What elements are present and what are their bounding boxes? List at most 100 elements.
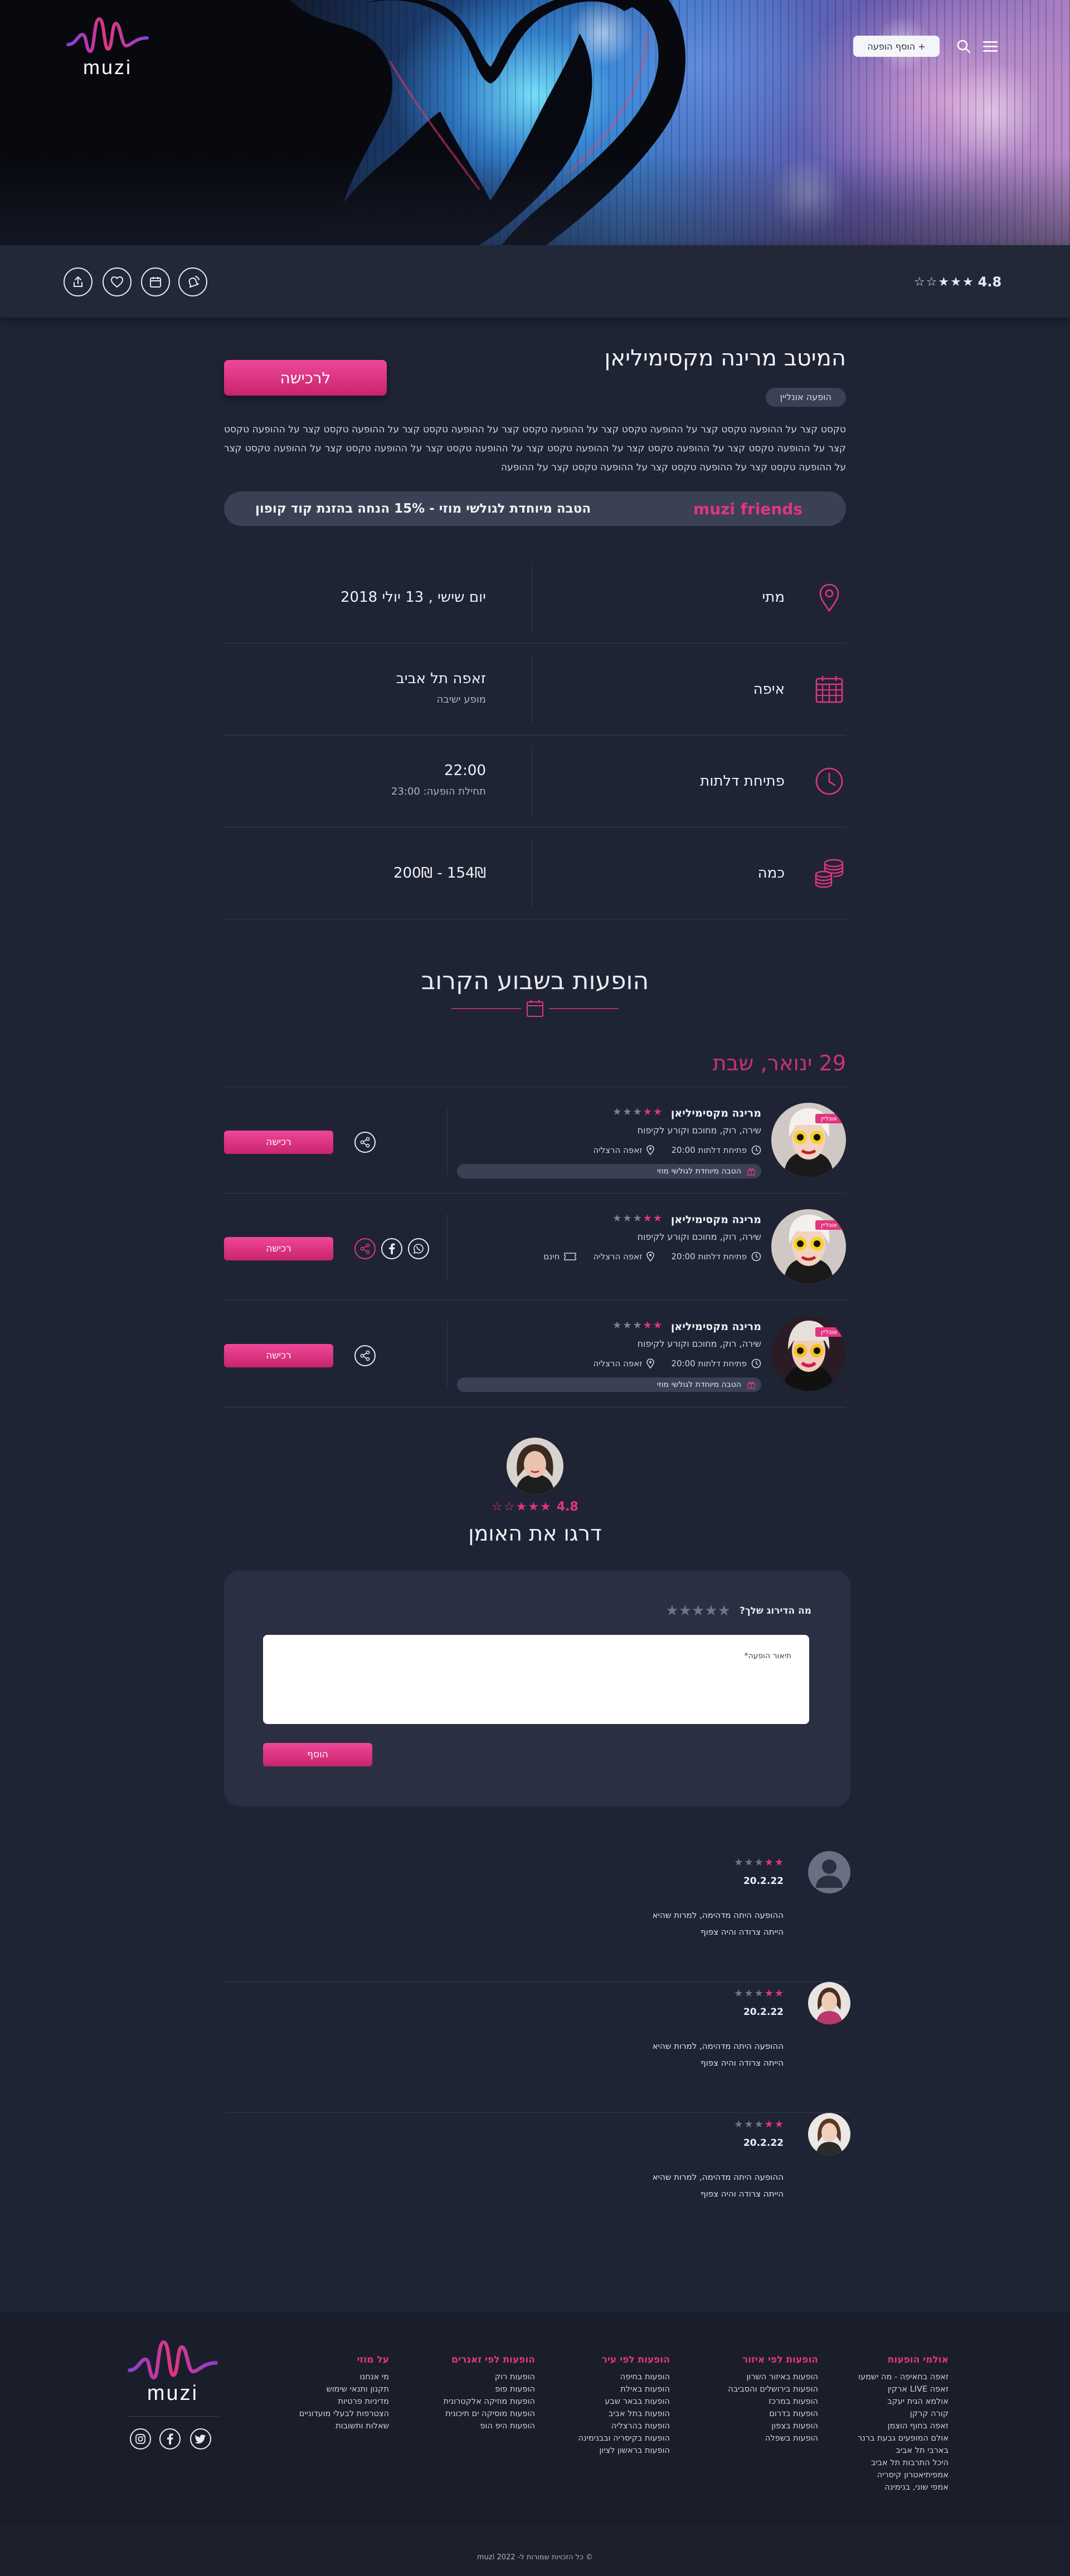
footer-link[interactable]: שאלות ותשובות bbox=[299, 2420, 389, 2432]
footer-link[interactable]: בארבי תל אביב bbox=[858, 2444, 949, 2457]
share-group bbox=[354, 1132, 376, 1153]
review-line: ההופעה היתה מדהימה, למרות שהיא bbox=[652, 1910, 784, 1920]
facebook-link[interactable] bbox=[159, 2428, 181, 2450]
perf-promo-badge[interactable]: הטבה מיוחדת לגולשי מוזי bbox=[457, 1164, 761, 1179]
performer-name[interactable]: מרינה מקסימיליאן bbox=[671, 1321, 761, 1333]
detail-label: מתי bbox=[762, 589, 785, 606]
footer-col-title: הופעות לפי זאנרים bbox=[451, 2354, 535, 2365]
footer-link[interactable]: הופעות בתל אביב bbox=[578, 2408, 670, 2420]
clock-icon bbox=[751, 1358, 761, 1369]
footer-link[interactable]: הופעות בהרצליה bbox=[578, 2420, 670, 2432]
online-tag: אונליין bbox=[815, 1220, 843, 1230]
footer-link[interactable]: הופעות מוסיקה ים תיכונית bbox=[444, 2408, 535, 2420]
footer-link[interactable]: אולם המופעים גבעת ברנר bbox=[858, 2432, 949, 2444]
buy-button[interactable]: רכישה bbox=[224, 1237, 333, 1260]
footer-link[interactable]: הופעות בחיפה bbox=[578, 2371, 670, 2383]
footer-link[interactable]: מדיניות פרטיות bbox=[299, 2395, 389, 2408]
footer-link[interactable]: הופעות רוק bbox=[444, 2371, 535, 2383]
buy-button[interactable]: רכישה bbox=[224, 1344, 333, 1367]
footer-logo[interactable]: muzi bbox=[127, 2335, 218, 2405]
detail-doors: פתיחת דלתות 22:00 תחילת הופעה: 23:00 bbox=[224, 736, 846, 827]
buy-button[interactable]: לרכישה bbox=[224, 360, 387, 396]
review-item: ★ ★ ★ ★ ★ 20.2.22 ההופעה היתה מדהימה, למרות … bbox=[224, 2113, 850, 2244]
review-date: 20.2.22 bbox=[743, 2007, 784, 2018]
muzi-logo[interactable]: muzi bbox=[66, 12, 149, 79]
share-button[interactable] bbox=[64, 267, 93, 296]
instagram-link[interactable] bbox=[130, 2428, 151, 2450]
footer-link[interactable]: הופעות פופ bbox=[444, 2383, 535, 2395]
performance-row[interactable]: אונליין מרינה מקסימיליאן ★ ★ ★ ★ ★ שירה, רוק… bbox=[224, 1194, 846, 1301]
buy-button[interactable]: רכישה bbox=[224, 1131, 333, 1154]
footer-col-genre: הופעות לפי זאנרים הופעות רוק הופעות פופ … bbox=[444, 2354, 535, 2432]
footer-link[interactable]: הופעות בדרום bbox=[728, 2408, 818, 2420]
footer-link[interactable]: הופעות באילת bbox=[578, 2383, 670, 2395]
event-type-badge: הופעה אונליין bbox=[765, 388, 846, 407]
footer-link[interactable]: הצטרפות לבעלי מועדוניים bbox=[299, 2408, 389, 2420]
review-text: ההופעה היתה מדהימה, למרות שהיא הייתה צרוד… bbox=[653, 1907, 784, 1940]
footer-col-area: הופעות לפי איזור הופעות באיזור השרון הופ… bbox=[728, 2354, 818, 2444]
footer-link[interactable]: אולמא הגית יעקב bbox=[858, 2395, 949, 2408]
footer-link[interactable]: הופעות בירושלים והסביבה bbox=[728, 2383, 818, 2395]
review-date: 20.2.22 bbox=[743, 2137, 784, 2149]
performance-row[interactable]: אונליין מרינה מקסימיליאן ★ ★ ★ ★ ★ שירה, רוק… bbox=[224, 1301, 846, 1408]
promo-text: הטבה מיוחדת לגולשי מוזי bbox=[656, 1167, 741, 1176]
favorite-button[interactable] bbox=[103, 267, 132, 296]
footer-link[interactable]: קורה קרקן bbox=[858, 2408, 949, 2420]
footer-link[interactable]: היכל התרבות תל אביב bbox=[858, 2457, 949, 2469]
share-button[interactable] bbox=[354, 1345, 376, 1366]
footer-link[interactable]: זאפה LIVE ארקין bbox=[858, 2383, 949, 2395]
artist-rating: ☆ ☆ ★ ★ ★ 4.8 bbox=[0, 1500, 1070, 1514]
whatsapp-share-button[interactable] bbox=[408, 1238, 429, 1259]
copyright: © כל הזכויות שמורות ל- muzi 2022 bbox=[477, 2553, 593, 2562]
performer-genres: שירה, רוק, מחוכם וקורע לקיפוח bbox=[637, 1231, 761, 1242]
detail-value: 154₪ - 200₪ bbox=[393, 865, 486, 882]
footer-link[interactable]: זאפה בחאיפה - מה ישמעו bbox=[858, 2371, 949, 2383]
detail-value: יום שישי , 13 יולי 2018 bbox=[341, 589, 486, 606]
detail-label: איפה bbox=[753, 681, 785, 698]
rate-artist-title: דרגו את האומן bbox=[468, 1521, 602, 1546]
footer-link[interactable]: הופעות באיזור השרון bbox=[728, 2371, 818, 2383]
alert-button[interactable] bbox=[178, 267, 207, 296]
footer-link[interactable]: הופעות בקיסריה ובבנימינה bbox=[578, 2432, 670, 2444]
add-show-button[interactable]: + הוסף הופעה bbox=[853, 36, 940, 57]
review-line: ההופעה היתה מדהימה, למרות שהיא bbox=[652, 2172, 784, 2182]
footer-link[interactable]: הופעות בשפלה bbox=[728, 2432, 818, 2444]
event-description: טקסט קצר על ההופעה טקסט קצר על ההופעה טק… bbox=[224, 424, 846, 473]
footer-link[interactable]: הופעות בצפון bbox=[728, 2420, 818, 2432]
detail-label: פתיחת דלתות bbox=[700, 773, 785, 790]
doors-time: פתיחת דלתות 20:00 bbox=[671, 1145, 747, 1155]
bell-ring-icon bbox=[188, 276, 200, 288]
footer-link[interactable]: הופעות מוזיקה אלקטרונית bbox=[444, 2395, 535, 2408]
share-button[interactable] bbox=[354, 1238, 376, 1259]
review-textarea[interactable]: תיאור הופעה* bbox=[263, 1635, 809, 1724]
facebook-share-button[interactable] bbox=[381, 1238, 402, 1259]
share-button[interactable] bbox=[354, 1132, 376, 1153]
footer-link[interactable]: הופעות בראשון לציון bbox=[578, 2444, 670, 2457]
footer-link[interactable]: הופעות בבאר שבע bbox=[578, 2395, 670, 2408]
performer-name[interactable]: מרינה מקסימיליאן bbox=[671, 1214, 761, 1226]
facebook-icon bbox=[167, 2433, 173, 2444]
menu-icon[interactable] bbox=[981, 37, 1000, 56]
footer-link[interactable]: אמפיתיאטרון קיסריה bbox=[858, 2469, 949, 2481]
performance-row[interactable]: אונליין מרינה מקסימיליאן ★ ★ ★ ★ ★ שירה, רוק… bbox=[224, 1087, 846, 1194]
add-review-button[interactable]: הוסף bbox=[263, 1743, 372, 1766]
promo-banner[interactable]: muzi friends הטבה מיוחדת לגולשי מוזי - 1… bbox=[224, 491, 846, 526]
review-text: ההופעה היתה מדהימה, למרות שהיא הייתה צרוד… bbox=[653, 2038, 784, 2071]
perf-promo-badge[interactable]: הטבה מיוחדת לגולשי מוזי bbox=[457, 1377, 761, 1392]
artist-thumbnail: אונליין bbox=[771, 1209, 846, 1284]
search-icon[interactable] bbox=[954, 37, 973, 56]
footer-link[interactable]: הופעות במרכז bbox=[728, 2395, 818, 2408]
divider bbox=[447, 1321, 448, 1387]
footer-link[interactable]: תקנון ותנאי שימוש bbox=[299, 2383, 389, 2395]
venue: זאפה הרצליה bbox=[593, 1358, 643, 1369]
performer-name[interactable]: מרינה מקסימיליאן bbox=[671, 1107, 761, 1119]
footer-link[interactable]: זאפה בחוף הוצמן bbox=[858, 2420, 949, 2432]
performance-meta: פתיחת דלתות 20:00 זאפה הרצליה bbox=[593, 1358, 761, 1369]
footer-link[interactable]: מי אנחנו bbox=[299, 2371, 389, 2383]
footer-link[interactable]: אמפי שוני, בנימינה bbox=[858, 2481, 949, 2494]
rating-input-stars[interactable]: ★★★★★ bbox=[665, 1603, 731, 1619]
calendar-button[interactable] bbox=[141, 267, 170, 296]
footer-link[interactable]: הופעות היפ הופ bbox=[444, 2420, 535, 2432]
rating-stars: ★ ★ ★ ★ ★ bbox=[612, 1319, 662, 1331]
twitter-link[interactable] bbox=[190, 2428, 211, 2450]
